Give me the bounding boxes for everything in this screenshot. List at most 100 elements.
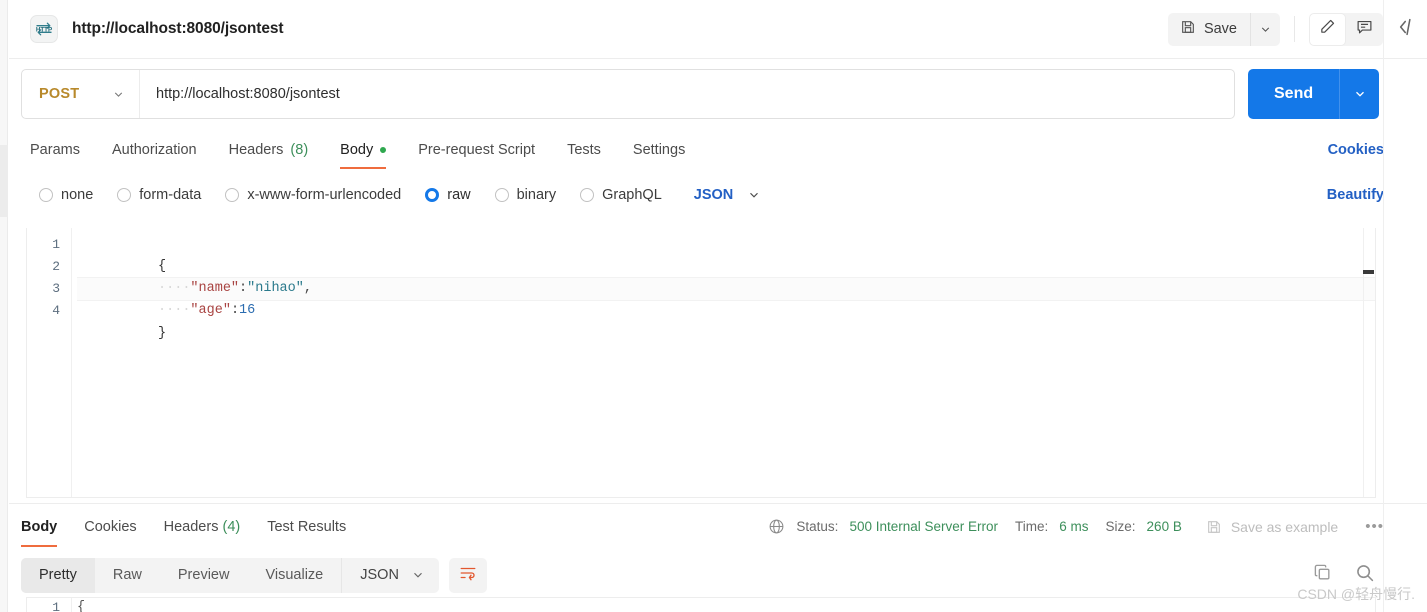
body-type-row: none form-data x-www-form-urlencoded raw… xyxy=(9,175,1427,215)
copy-button[interactable] xyxy=(1313,563,1332,587)
tab-headers[interactable]: Headers (8) xyxy=(229,131,309,169)
response-code-line: { xyxy=(71,598,1375,612)
body-type-label: form-data xyxy=(139,187,202,203)
radio-icon xyxy=(494,188,509,202)
floppy-disk-icon xyxy=(1180,19,1196,39)
page-title: http://localhost:8080/jsontest xyxy=(72,20,284,37)
code-token: : xyxy=(239,281,248,296)
code-token: , xyxy=(303,281,312,296)
body-type-raw[interactable]: raw xyxy=(425,187,471,203)
search-button[interactable] xyxy=(1354,562,1375,588)
tab-pre-request-script[interactable]: Pre-request Script xyxy=(418,131,535,169)
viewer-format-select[interactable]: JSON xyxy=(341,557,439,593)
response-more-menu-button[interactable]: ••• xyxy=(1365,518,1384,535)
response-tab-cookies[interactable]: Cookies xyxy=(84,506,136,547)
save-dropdown-button[interactable] xyxy=(1250,12,1280,46)
response-tab-label: Test Results xyxy=(267,519,347,535)
viewer-mode-raw[interactable]: Raw xyxy=(95,558,160,593)
url-bar: POST Send xyxy=(9,59,1427,129)
tab-settings[interactable]: Settings xyxy=(633,131,685,169)
tab-label: Pre-request Script xyxy=(418,141,536,158)
code-token: "nihao" xyxy=(247,281,304,296)
word-wrap-button[interactable] xyxy=(448,557,487,593)
editor-scrollbar-thumb[interactable] xyxy=(1363,270,1374,274)
response-tab-test-results[interactable]: Test Results xyxy=(267,506,346,547)
tab-label: Headers xyxy=(228,141,284,158)
save-as-example-button[interactable]: Save as example xyxy=(1206,519,1338,535)
response-tab-headers[interactable]: Headers (4) xyxy=(164,506,241,547)
viewer-mode-preview[interactable]: Preview xyxy=(160,558,248,593)
body-type-label: GraphQL xyxy=(602,187,662,203)
code-token: "age" xyxy=(190,303,231,318)
body-type-none[interactable]: none xyxy=(39,187,93,203)
response-body-viewer[interactable]: 1 { xyxy=(26,597,1376,612)
top-bar: HTTP http://localhost:8080/jsontest Save xyxy=(9,0,1427,59)
chevron-down-icon xyxy=(1261,26,1270,32)
save-button-label: Save xyxy=(1203,21,1237,37)
size-label: Size: xyxy=(1105,519,1136,534)
beautify-button[interactable]: Beautify xyxy=(1327,187,1384,203)
toolbar-divider xyxy=(1294,16,1295,42)
top-bar-actions: Save xyxy=(1167,0,1427,58)
send-button[interactable]: Send xyxy=(1248,69,1340,119)
chevron-down-icon xyxy=(414,572,422,578)
svg-text:HTTP: HTTP xyxy=(36,27,52,34)
send-dropdown-button[interactable] xyxy=(1339,69,1380,119)
code-line: } xyxy=(77,301,1375,341)
response-line-number: 1 xyxy=(52,600,60,612)
body-format-label: JSON xyxy=(693,187,734,203)
http-icon: HTTP xyxy=(30,15,58,43)
tab-params[interactable]: Params xyxy=(30,131,80,169)
code-token: : xyxy=(230,303,240,318)
chevron-down-icon xyxy=(1355,91,1364,97)
radio-icon xyxy=(39,188,53,202)
viewer-mode-group: Pretty Raw Preview Visualize JSON xyxy=(21,557,439,593)
body-type-label: raw xyxy=(447,187,471,203)
comment-button[interactable] xyxy=(1346,13,1383,46)
cookies-link[interactable]: Cookies xyxy=(1328,142,1384,158)
body-type-binary[interactable]: binary xyxy=(494,187,556,203)
radio-selected-icon xyxy=(425,188,440,202)
method-select[interactable]: POST xyxy=(22,70,140,118)
chevron-down-icon xyxy=(750,192,759,198)
url-box: POST xyxy=(21,69,1235,119)
view-toggle-group xyxy=(1309,12,1383,46)
save-button[interactable]: Save xyxy=(1168,13,1250,46)
tab-body[interactable]: Body xyxy=(340,131,387,169)
url-input[interactable] xyxy=(140,70,1234,118)
request-body-editor[interactable]: 1 2 3 4 { ····"name":"nihao", ····"age":… xyxy=(26,228,1376,498)
tab-count: (8) xyxy=(290,141,309,158)
save-button-group: Save xyxy=(1167,12,1280,46)
editor-line-numbers: 1 2 3 4 xyxy=(27,228,71,497)
tab-label: Tests xyxy=(567,141,601,158)
code-angle-brackets-icon xyxy=(1397,16,1419,43)
tab-tests[interactable]: Tests xyxy=(567,131,601,169)
viewer-format-label: JSON xyxy=(360,567,399,583)
copy-icon xyxy=(1313,563,1332,587)
radio-icon xyxy=(225,188,240,202)
edit-mode-button[interactable] xyxy=(1309,12,1346,46)
body-type-graphql[interactable]: GraphQL xyxy=(580,187,662,203)
line-number: 4 xyxy=(52,303,60,318)
body-type-form-data[interactable]: form-data xyxy=(117,187,201,203)
editor-scrollbar[interactable] xyxy=(1363,228,1375,497)
globe-icon xyxy=(768,518,785,535)
tab-label: Authorization xyxy=(111,141,197,158)
word-wrap-icon xyxy=(459,564,477,587)
code-line: { xyxy=(77,234,1375,274)
viewer-mode-visualize[interactable]: Visualize xyxy=(247,558,341,593)
editor-code[interactable]: { ····"name":"nihao", ····"age":16 } xyxy=(71,228,1375,497)
tab-label: Body xyxy=(340,141,374,158)
time-label: Time: xyxy=(1015,519,1049,534)
right-panel-divider xyxy=(1383,0,1384,612)
search-icon xyxy=(1354,562,1375,588)
body-type-x-www-form-urlencoded[interactable]: x-www-form-urlencoded xyxy=(225,187,401,203)
code-snippet-button[interactable] xyxy=(1397,16,1421,43)
tab-authorization[interactable]: Authorization xyxy=(112,131,197,169)
request-tabs: Params Authorization Headers (8) Body Pr… xyxy=(9,129,1427,170)
body-format-select[interactable]: JSON xyxy=(694,187,762,203)
line-number: 1 xyxy=(52,237,60,252)
viewer-mode-pretty[interactable]: Pretty xyxy=(21,557,95,593)
response-tab-body[interactable]: Body xyxy=(21,506,58,547)
response-tab-label: Body xyxy=(21,519,58,535)
